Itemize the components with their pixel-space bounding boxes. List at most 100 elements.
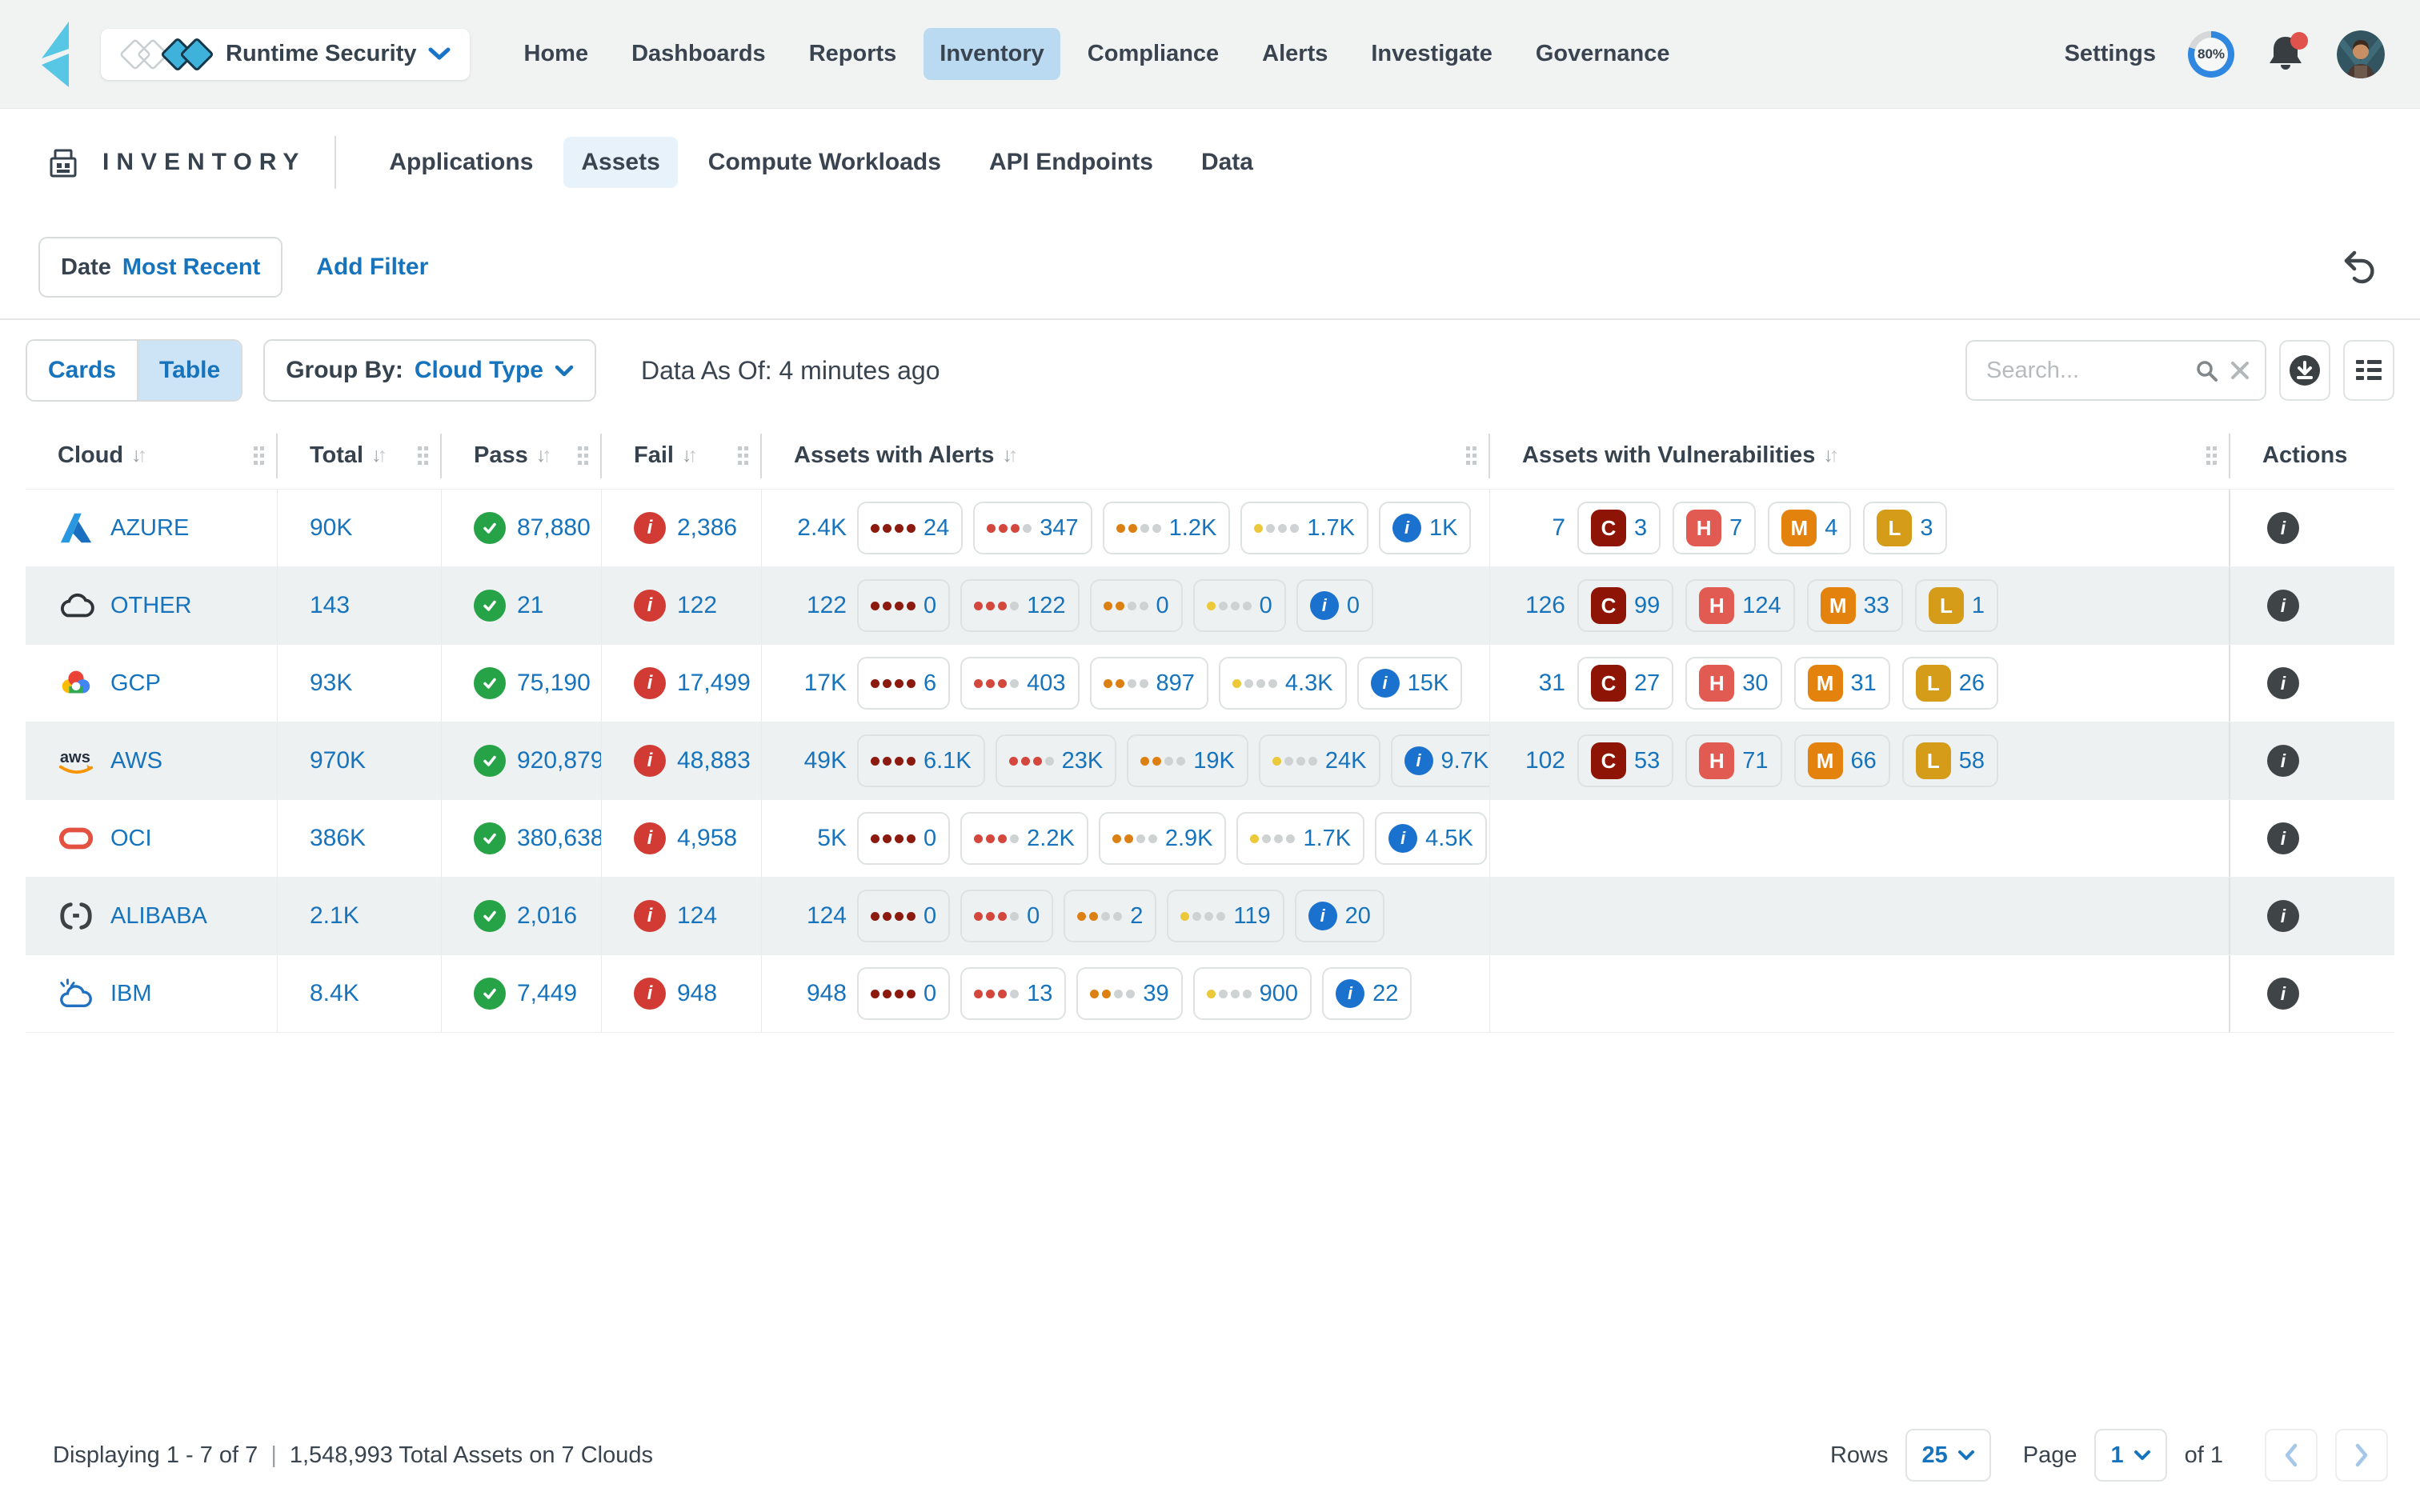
alerts-total[interactable]: 948: [778, 980, 847, 1007]
avatar[interactable]: [2337, 30, 2385, 78]
prev-page-button[interactable]: [2265, 1429, 2318, 1482]
column-header-assets-with-vulnerabilities[interactable]: Assets with Vulnerabilities↓↑: [1490, 434, 2230, 478]
alert-chip-info[interactable]: i4.5K: [1375, 812, 1487, 865]
nav-item-dashboards[interactable]: Dashboards: [615, 28, 782, 80]
column-header-fail[interactable]: Fail↓↑: [602, 434, 762, 478]
vuln-chip-high[interactable]: H7: [1673, 502, 1756, 554]
search-input[interactable]: [1985, 357, 2183, 385]
tab-assets[interactable]: Assets: [563, 137, 677, 188]
total-count[interactable]: 8.4K: [310, 980, 359, 1007]
sort-arrows-icon[interactable]: ↓↑: [1002, 444, 1014, 467]
nav-item-compliance[interactable]: Compliance: [1072, 28, 1235, 80]
fail-count[interactable]: 2,386: [677, 514, 737, 542]
vuln-chip-high[interactable]: H30: [1685, 657, 1781, 710]
vulns-total[interactable]: 102: [1509, 747, 1565, 774]
vulns-total[interactable]: 7: [1509, 514, 1565, 542]
settings-link[interactable]: Settings: [2065, 41, 2156, 67]
alert-chip-medium[interactable]: 897: [1090, 657, 1208, 710]
fail-count[interactable]: 948: [677, 980, 717, 1007]
drag-handle-icon[interactable]: [727, 446, 749, 466]
alert-chip-high[interactable]: 122: [960, 579, 1079, 632]
column-header-assets-with-alerts[interactable]: Assets with Alerts↓↑: [762, 434, 1490, 478]
nav-item-home[interactable]: Home: [508, 28, 605, 80]
alert-chip-high[interactable]: 2.2K: [960, 812, 1088, 865]
add-filter-button[interactable]: Add Filter: [316, 254, 428, 281]
alert-chip-high[interactable]: 403: [960, 657, 1079, 710]
group-by-dropdown[interactable]: Group By: Cloud Type: [263, 339, 596, 402]
reset-filters-icon[interactable]: [2342, 250, 2377, 285]
alerts-total[interactable]: 49K: [778, 747, 847, 774]
tab-compute-workloads[interactable]: Compute Workloads: [691, 137, 959, 188]
alerts-total[interactable]: 17K: [778, 670, 847, 697]
alerts-total[interactable]: 122: [778, 592, 847, 619]
view-toggle-table[interactable]: Table: [137, 341, 241, 400]
vuln-chip-critical[interactable]: C53: [1577, 734, 1673, 787]
total-count[interactable]: 143: [310, 592, 350, 619]
page-select[interactable]: 1: [2094, 1429, 2166, 1482]
fail-count[interactable]: 4,958: [677, 825, 737, 852]
row-actions-info-icon[interactable]: i: [2267, 512, 2299, 544]
alert-chip-low[interactable]: 119: [1167, 890, 1284, 942]
vuln-chip-medium[interactable]: M66: [1794, 734, 1890, 787]
cloud-name-link[interactable]: AZURE: [110, 515, 189, 542]
pass-count[interactable]: 380,638: [517, 825, 602, 852]
alert-chip-critical[interactable]: 0: [857, 890, 950, 942]
total-count[interactable]: 2.1K: [310, 902, 359, 930]
next-page-button[interactable]: [2335, 1429, 2388, 1482]
sort-arrows-icon[interactable]: ↓↑: [371, 444, 383, 467]
clear-search-icon[interactable]: [2230, 360, 2250, 381]
column-header-cloud[interactable]: Cloud↓↑: [26, 434, 278, 478]
alert-chip-low[interactable]: 24K: [1259, 734, 1380, 787]
column-header-total[interactable]: Total↓↑: [278, 434, 442, 478]
prisma-logo-icon[interactable]: [35, 20, 83, 89]
nav-item-investigate[interactable]: Investigate: [1355, 28, 1508, 80]
vuln-chip-critical[interactable]: C27: [1577, 657, 1673, 710]
vulns-total[interactable]: 31: [1509, 670, 1565, 697]
module-switcher[interactable]: Runtime Security: [101, 29, 470, 80]
alert-chip-critical[interactable]: 6: [857, 657, 950, 710]
rows-per-page-select[interactable]: 25: [1905, 1429, 1990, 1482]
alert-chip-low[interactable]: 0: [1193, 579, 1286, 632]
pass-count[interactable]: 920,879: [517, 747, 602, 774]
alert-chip-info[interactable]: i15K: [1357, 657, 1463, 710]
pass-count[interactable]: 75,190: [517, 670, 591, 697]
nav-item-inventory[interactable]: Inventory: [924, 28, 1060, 80]
tab-applications[interactable]: Applications: [371, 137, 551, 188]
cloud-name-link[interactable]: OTHER: [110, 593, 192, 619]
alert-chip-low[interactable]: 4.3K: [1219, 657, 1347, 710]
bell-icon[interactable]: [2266, 34, 2305, 75]
alert-chip-medium[interactable]: 39: [1076, 967, 1182, 1020]
alert-chip-high[interactable]: 0: [960, 890, 1053, 942]
view-toggle-cards[interactable]: Cards: [27, 341, 137, 400]
row-actions-info-icon[interactable]: i: [2267, 667, 2299, 699]
vuln-chip-medium[interactable]: M33: [1807, 579, 1903, 632]
vuln-chip-low[interactable]: L58: [1902, 734, 1998, 787]
fail-count[interactable]: 17,499: [677, 670, 751, 697]
alert-chip-low[interactable]: 1.7K: [1236, 812, 1364, 865]
fail-count[interactable]: 122: [677, 592, 717, 619]
nav-item-governance[interactable]: Governance: [1520, 28, 1686, 80]
alerts-total[interactable]: 2.4K: [778, 514, 847, 542]
total-count[interactable]: 90K: [310, 514, 352, 542]
alert-chip-medium[interactable]: 2.9K: [1099, 812, 1227, 865]
vuln-chip-medium[interactable]: M4: [1768, 502, 1851, 554]
vuln-chip-critical[interactable]: C3: [1577, 502, 1661, 554]
cloud-name-link[interactable]: GCP: [110, 670, 161, 697]
vuln-chip-low[interactable]: L3: [1863, 502, 1946, 554]
alert-chip-medium[interactable]: 19K: [1127, 734, 1248, 787]
alert-chip-critical[interactable]: 6.1K: [857, 734, 985, 787]
alert-chip-info[interactable]: i0: [1296, 579, 1373, 632]
drag-handle-icon[interactable]: [243, 446, 265, 466]
alert-chip-critical[interactable]: 24: [857, 502, 963, 554]
drag-handle-icon[interactable]: [1456, 446, 1477, 466]
alert-chip-medium[interactable]: 1.2K: [1103, 502, 1231, 554]
alert-chip-low[interactable]: 1.7K: [1240, 502, 1368, 554]
alert-chip-medium[interactable]: 0: [1090, 579, 1183, 632]
drag-handle-icon[interactable]: [2196, 446, 2218, 466]
row-actions-info-icon[interactable]: i: [2267, 978, 2299, 1010]
vuln-chip-medium[interactable]: M31: [1794, 657, 1890, 710]
drag-handle-icon[interactable]: [407, 446, 429, 466]
vuln-chip-low[interactable]: L26: [1902, 657, 1998, 710]
pass-count[interactable]: 2,016: [517, 902, 577, 930]
date-filter-chip[interactable]: Date Most Recent: [38, 237, 282, 298]
